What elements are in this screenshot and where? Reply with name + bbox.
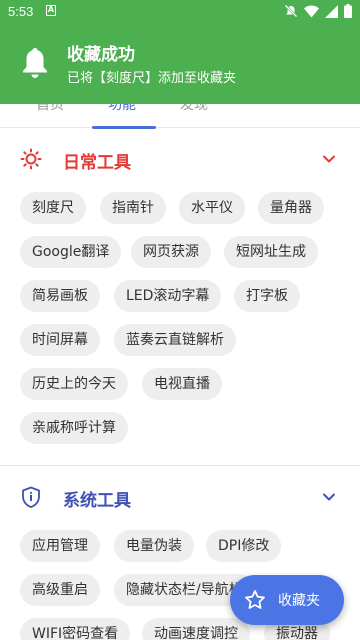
chip-protractor[interactable]: 量角器 (258, 192, 324, 224)
chip-app-manager[interactable]: 应用管理 (20, 530, 100, 562)
wifi-icon (304, 5, 319, 17)
toast-banner[interactable]: 5:53 A 收藏成功 已将【刻度尺】添加至收藏夹 (0, 0, 360, 104)
signal-icon (325, 4, 338, 18)
chip-sketchpad[interactable]: 简易画板 (20, 280, 100, 312)
chip-typing-board[interactable]: 打字板 (234, 280, 300, 312)
chevron-down-icon[interactable] (322, 490, 336, 504)
app-screen: { "status_bar": { "time": "5:53", "notif… (0, 0, 360, 640)
status-time: 5:53 (8, 4, 34, 19)
notification-app-icon: A (46, 5, 56, 16)
section-system-tools: 系统工具 应用管理 电量伪装 DPI修改 高级重启 隐藏状态栏/导航栏 WIFI… (0, 466, 360, 640)
status-icons (284, 4, 352, 18)
toast-title: 收藏成功 (67, 45, 135, 65)
sun-icon (20, 148, 42, 170)
chip-ruler[interactable]: 刻度尺 (20, 192, 86, 224)
fab-label: 收藏夹 (278, 593, 320, 609)
chip-dpi-modify[interactable]: DPI修改 (206, 530, 282, 562)
chip-tv-live[interactable]: 电视直播 (142, 368, 222, 400)
chip-wifi-password[interactable]: WIFI密码查看 (20, 618, 131, 640)
bell-icon (23, 48, 47, 78)
chip-history-today[interactable]: 历史上的今天 (20, 368, 128, 400)
mute-icon (284, 4, 298, 18)
chip-lanzou-parser[interactable]: 蓝奏云直链解析 (114, 324, 236, 356)
chip-battery-spoof[interactable]: 电量伪装 (114, 530, 194, 562)
section-title: 系统工具 (63, 491, 131, 511)
status-bar: 5:53 A (0, 0, 360, 24)
battery-icon (344, 4, 352, 18)
toast-message: 已将【刻度尺】添加至收藏夹 (67, 71, 237, 86)
chip-animation-speed[interactable]: 动画速度调控 (142, 618, 250, 640)
shield-icon (22, 486, 40, 508)
section-header[interactable]: 日常工具 (0, 128, 360, 192)
favorites-fab[interactable]: 收藏夹 (230, 575, 344, 625)
star-icon (245, 590, 265, 609)
chip-short-url[interactable]: 短网址生成 (224, 236, 318, 268)
chevron-down-icon[interactable] (322, 152, 336, 166)
chip-advanced-reboot[interactable]: 高级重启 (20, 574, 100, 606)
section-daily-tools: 日常工具 刻度尺 指南针 水平仪 量角器 Google翻译 网页获源 短网址生成… (0, 128, 360, 444)
chip-level[interactable]: 水平仪 (179, 192, 245, 224)
chip-google-translate[interactable]: Google翻译 (20, 236, 122, 268)
tab-bar: 首页 功能 发现 (0, 97, 360, 129)
section-header[interactable]: 系统工具 (0, 466, 360, 530)
chip-time-screen[interactable]: 时间屏幕 (20, 324, 100, 356)
chip-web-source[interactable]: 网页获源 (131, 236, 211, 268)
chip-led-scroll[interactable]: LED滚动字幕 (114, 280, 222, 312)
section-title: 日常工具 (63, 153, 131, 173)
chip-relative-calc[interactable]: 亲戚称呼计算 (20, 412, 128, 444)
chip-compass[interactable]: 指南针 (100, 192, 166, 224)
